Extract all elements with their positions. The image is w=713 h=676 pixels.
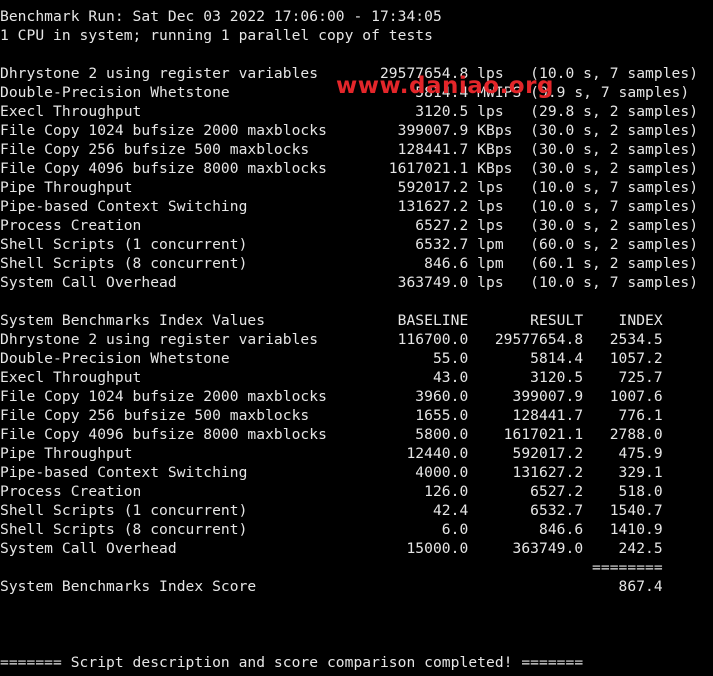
terminal-output[interactable]: Benchmark Run: Sat Dec 03 2022 17:06:00 … [0, 7, 713, 676]
index-row-shell-8: Shell Scripts (8 concurrent) 6.0 846.6 1… [0, 521, 663, 538]
index-row-file-copy-256: File Copy 256 bufsize 500 maxblocks 1655… [0, 407, 663, 424]
benchmark-run-line: Benchmark Run: Sat Dec 03 2022 17:06:00 … [0, 8, 442, 25]
result-line-shell-1: Shell Scripts (1 concurrent) 6532.7 lpm … [0, 236, 699, 253]
index-separator: ======== [0, 559, 663, 576]
index-row-syscall: System Call Overhead 15000.0 363749.0 24… [0, 540, 663, 557]
index-row-process-creation: Process Creation 126.0 6527.2 518.0 [0, 483, 663, 500]
index-row-shell-1: Shell Scripts (1 concurrent) 42.4 6532.7… [0, 502, 663, 519]
watermark: www.daniao.org [336, 73, 554, 99]
result-line-process-creation: Process Creation 6527.2 lps (30.0 s, 2 s… [0, 217, 699, 234]
result-line-file-copy-1024: File Copy 1024 bufsize 2000 maxblocks 39… [0, 122, 699, 139]
result-line-pipe-throughput: Pipe Throughput 592017.2 lps (10.0 s, 7 … [0, 179, 699, 196]
result-line-file-copy-4096: File Copy 4096 bufsize 8000 maxblocks 16… [0, 160, 699, 177]
index-score-line: System Benchmarks Index Score 867.4 [0, 578, 663, 595]
index-row-context-switching: Pipe-based Context Switching 4000.0 1316… [0, 464, 663, 481]
index-row-pipe-throughput: Pipe Throughput 12440.0 592017.2 475.9 [0, 445, 663, 462]
cpu-info-line: 1 CPU in system; running 1 parallel copy… [0, 27, 433, 44]
result-line-syscall: System Call Overhead 363749.0 lps (10.0 … [0, 274, 699, 291]
index-row-dhrystone: Dhrystone 2 using register variables 116… [0, 331, 663, 348]
result-line-shell-8: Shell Scripts (8 concurrent) 846.6 lpm (… [0, 255, 699, 272]
completion-message: ======= Script description and score com… [0, 654, 584, 671]
index-row-file-copy-4096: File Copy 4096 bufsize 8000 maxblocks 58… [0, 426, 663, 443]
result-line-execl: Execl Throughput 3120.5 lps (29.8 s, 2 s… [0, 103, 699, 120]
result-line-file-copy-256: File Copy 256 bufsize 500 maxblocks 1284… [0, 141, 699, 158]
index-row-whetstone: Double-Precision Whetstone 55.0 5814.4 1… [0, 350, 663, 367]
index-row-file-copy-1024: File Copy 1024 bufsize 2000 maxblocks 39… [0, 388, 663, 405]
index-row-execl: Execl Throughput 43.0 3120.5 725.7 [0, 369, 663, 386]
index-table-header: System Benchmarks Index Values BASELINE … [0, 312, 663, 329]
result-line-context-switching: Pipe-based Context Switching 131627.2 lp… [0, 198, 699, 215]
